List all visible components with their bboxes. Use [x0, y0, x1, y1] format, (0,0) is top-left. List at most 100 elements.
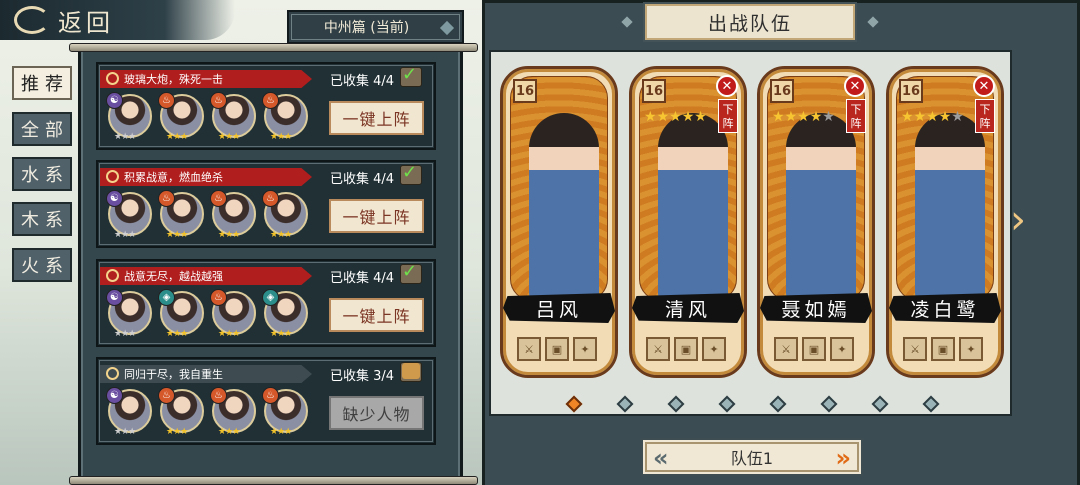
team-card: 积累战意，燃血绝杀 已收集 4/4 ✓ ☯ ★★★ ♨ ★★★ ♨ ★★★ ♨ ★★★ 一键上阵: [96, 160, 436, 248]
hero-level: 16: [899, 79, 923, 103]
page-dot[interactable]: [565, 395, 583, 413]
page-indicator: [560, 395, 950, 414]
hero-card[interactable]: 16 ★★★★★ ✕ 下阵 清风 ⚔ ▣ ✦: [629, 66, 747, 378]
avatar[interactable]: ♨ ★★★: [262, 190, 308, 240]
weapon-icon[interactable]: ⚔: [646, 337, 670, 361]
member-avatars: ☯ ★★★ ♨ ★★★ ♨ ★★★ ♨ ★★★: [106, 92, 318, 144]
avatar[interactable]: ◈ ★★★: [158, 289, 204, 339]
tab-recommend[interactable]: 推荐: [12, 66, 72, 100]
avatar[interactable]: ♨ ★★★: [210, 387, 256, 437]
avatar[interactable]: ♨ ★★★: [210, 289, 256, 339]
collected-count: 已收集 4/4: [330, 271, 395, 286]
avatar[interactable]: ☯ ★★★: [106, 289, 152, 339]
accessory-icon[interactable]: ✦: [830, 337, 854, 361]
star-rating: ★★★: [166, 230, 188, 240]
next-team-icon[interactable]: »: [835, 444, 851, 472]
avatar[interactable]: ♨ ★★★: [158, 190, 204, 240]
team-title: 积累战意，燃血绝杀: [124, 171, 223, 184]
search-icon: [106, 170, 119, 183]
fire-element-icon: ♨: [210, 190, 227, 207]
yin-element-icon: ☯: [106, 289, 123, 306]
weapon-icon[interactable]: ⚔: [903, 337, 927, 361]
water-element-icon: ◈: [262, 289, 279, 306]
fire-element-icon: ♨: [210, 289, 227, 306]
avatar[interactable]: ♨ ★★★: [158, 92, 204, 142]
hero-card[interactable]: 16 ★★★★★ ✕ 下阵 聂如嫣 ⚔ ▣ ✦: [757, 66, 875, 378]
avatar[interactable]: ♨ ★★★: [158, 387, 204, 437]
hero-portrait: [510, 76, 608, 301]
missing-characters-button[interactable]: 缺少人物: [329, 396, 424, 430]
deploy-button[interactable]: 一键上阵: [329, 199, 424, 233]
page-dot[interactable]: [922, 395, 940, 413]
tab-wood[interactable]: 木系: [12, 202, 72, 236]
weapon-icon[interactable]: ⚔: [517, 337, 541, 361]
accessory-icon[interactable]: ✦: [702, 337, 726, 361]
hero-stars: ★★★★★: [901, 109, 964, 125]
avatar[interactable]: ♨ ★★★: [210, 92, 256, 142]
back-button[interactable]: 返回: [0, 0, 235, 40]
star-rating: ★★★: [270, 329, 292, 339]
page-dot[interactable]: [616, 395, 634, 413]
star-rating: ★★★: [218, 230, 240, 240]
member-avatars: ☯ ★★★ ♨ ★★★ ♨ ★★★ ♨ ★★★: [106, 387, 318, 439]
hero-card[interactable]: 16 ★★★★★ ✕ 下阵 凌白鹭 ⚔ ▣ ✦: [886, 66, 1004, 378]
page-dot[interactable]: [769, 395, 787, 413]
close-icon[interactable]: ✕: [716, 75, 738, 97]
remove-hero-button[interactable]: 下阵: [846, 99, 866, 133]
tab-fire[interactable]: 火系: [12, 248, 72, 282]
armor-icon[interactable]: ▣: [545, 337, 569, 361]
weapon-icon[interactable]: ⚔: [774, 337, 798, 361]
star-rating: ★★★: [218, 427, 240, 437]
chapter-selector[interactable]: 中州篇 (当前): [287, 10, 464, 44]
avatar[interactable]: ☯ ★★★: [106, 387, 152, 437]
fire-element-icon: ♨: [158, 92, 175, 109]
accessory-icon[interactable]: ✦: [959, 337, 983, 361]
accessory-icon[interactable]: ✦: [573, 337, 597, 361]
avatar[interactable]: ♨ ★★★: [262, 92, 308, 142]
tab-water[interactable]: 水系: [12, 157, 72, 191]
deploy-button[interactable]: 一键上阵: [329, 298, 424, 332]
prev-team-icon[interactable]: «: [653, 444, 669, 472]
star-rating: ★★★: [218, 329, 240, 339]
star-rating: ★★★: [114, 230, 136, 240]
star-rating: ★★★: [166, 329, 188, 339]
chevron-right-icon[interactable]: ›: [1010, 200, 1032, 240]
collected-count: 已收集 4/4: [330, 74, 395, 89]
back-label: 返回: [58, 8, 114, 37]
hero-level: 16: [770, 79, 794, 103]
lock-icon: [402, 363, 420, 379]
hero-card[interactable]: 16 吕风 ⚔ ▣ ✦: [500, 66, 618, 378]
team-card: 战意无尽，越战越强 已收集 4/4 ✓ ☯ ★★★ ◈ ★★★ ♨ ★★★ ◈ ★★★ 一键上阵: [96, 259, 436, 347]
armor-icon[interactable]: ▣: [931, 337, 955, 361]
page-dot[interactable]: [820, 395, 838, 413]
star-rating: ★★★: [114, 427, 136, 437]
page-dot[interactable]: [871, 395, 889, 413]
fire-element-icon: ♨: [210, 387, 227, 404]
check-icon: ✓: [402, 261, 418, 282]
team-selector[interactable]: « 队伍1 »: [641, 438, 863, 476]
armor-icon[interactable]: ▣: [802, 337, 826, 361]
armor-icon[interactable]: ▣: [674, 337, 698, 361]
deploy-button[interactable]: 一键上阵: [329, 101, 424, 135]
avatar[interactable]: ◈ ★★★: [262, 289, 308, 339]
tab-all[interactable]: 全部: [12, 112, 72, 146]
hero-name: 吕风: [503, 293, 615, 323]
close-icon[interactable]: ✕: [973, 75, 995, 97]
close-icon[interactable]: ✕: [844, 75, 866, 97]
remove-hero-button[interactable]: 下阵: [718, 99, 738, 133]
remove-hero-button[interactable]: 下阵: [975, 99, 995, 133]
avatar[interactable]: ☯ ★★★: [106, 190, 152, 240]
page-dot[interactable]: [718, 395, 736, 413]
hero-level: 16: [513, 79, 537, 103]
hero-level: 16: [642, 79, 666, 103]
avatar[interactable]: ♨ ★★★: [262, 387, 308, 437]
hero-figure: [915, 113, 985, 300]
avatar[interactable]: ☯ ★★★: [106, 92, 152, 142]
lock-icon: [106, 367, 119, 380]
hero-stars: ★★★★★: [772, 109, 835, 125]
star-rating: ★★★: [166, 427, 188, 437]
hero-figure: [658, 113, 728, 300]
diamond-icon: [439, 20, 455, 36]
avatar[interactable]: ♨ ★★★: [210, 190, 256, 240]
page-dot[interactable]: [667, 395, 685, 413]
